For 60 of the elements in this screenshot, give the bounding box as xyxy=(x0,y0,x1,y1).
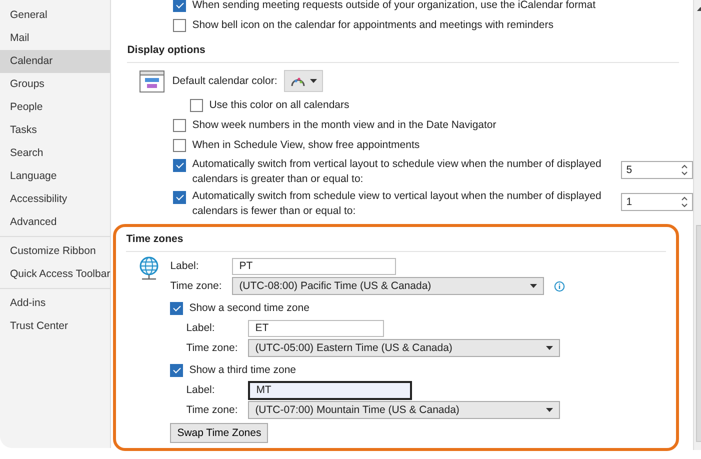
section-heading: Time zones xyxy=(126,229,666,252)
checkbox[interactable] xyxy=(170,302,184,314)
dropdown[interactable]: (UTC-08:00) Pacific Time (US & Canada) xyxy=(232,277,544,295)
dropdown[interactable]: (UTC-07:00) Mountain Time (US & Canada) xyxy=(248,401,560,419)
checkbox[interactable] xyxy=(170,364,184,376)
globe-icon xyxy=(138,256,160,282)
sidebar-item[interactable]: Tasks xyxy=(0,119,110,142)
section-heading: Display options xyxy=(127,40,680,63)
spin-box[interactable]: 1 xyxy=(621,193,694,211)
spinner-icon xyxy=(681,196,688,208)
checkbox[interactable] xyxy=(173,118,186,132)
caret-icon xyxy=(530,284,538,288)
info-icon xyxy=(554,280,566,292)
caret-icon xyxy=(546,346,554,350)
sidebar-item[interactable]: Advanced xyxy=(0,211,110,234)
option-label: Show week numbers in the month view and in the Date Navigator xyxy=(192,119,496,131)
sidebar-item[interactable]: Language xyxy=(0,165,110,188)
input-field[interactable]: ET xyxy=(248,320,384,336)
option-label: Use this color on all calendars xyxy=(209,99,350,111)
field-label: Label: xyxy=(186,384,216,396)
sidebar-item[interactable]: General xyxy=(0,4,110,27)
sidebar-item[interactable]: Accessibility xyxy=(0,188,110,211)
option-label: Automatically switch from schedule view to vertical layout when the number of displayed calendars is fewer than or equal to: xyxy=(192,189,602,219)
checkbox[interactable] xyxy=(173,159,186,172)
field-label: Label: xyxy=(186,322,216,334)
spin-box[interactable]: 5 xyxy=(621,161,694,179)
field-label: Label: xyxy=(170,260,200,272)
sidebar-item[interactable]: Calendar xyxy=(0,50,110,73)
field-label: Time zone: xyxy=(170,280,223,292)
field-label: Time zone: xyxy=(186,404,239,416)
sidebar-item[interactable]: Mail xyxy=(0,27,110,50)
sidebar-item[interactable]: Quick Access Toolbar xyxy=(0,263,110,286)
field-label: Time zone: xyxy=(186,342,239,354)
checkbox[interactable] xyxy=(173,0,186,12)
swap-button[interactable]: Swap Time Zones xyxy=(170,423,268,443)
option-label: When sending meeting requests outside of your organization, use the iCalendar format xyxy=(192,0,596,11)
checkbox[interactable] xyxy=(173,18,186,32)
color-label: Default calendar color: xyxy=(172,75,278,87)
checkbox[interactable] xyxy=(173,138,186,152)
sidebar-item[interactable]: Search xyxy=(0,142,110,165)
sidebar-item[interactable]: Customize Ribbon xyxy=(0,240,110,263)
calendar-icon xyxy=(139,69,166,93)
input-field[interactable]: MT xyxy=(248,380,412,400)
sidebar-item[interactable]: Groups xyxy=(0,73,110,96)
option-label: Show a second time zone xyxy=(189,302,310,314)
sidebar-item[interactable]: People xyxy=(0,96,110,119)
option-label: Automatically switch from vertical layout to schedule view when the number of displayed calendars is greater than or equal to: xyxy=(192,157,602,187)
sidebar-item[interactable]: Add-ins xyxy=(0,292,110,315)
checkbox[interactable] xyxy=(190,98,204,112)
spinner-icon xyxy=(681,164,688,176)
dropdown[interactable]: (UTC-05:00) Eastern Time (US & Canada) xyxy=(248,339,560,357)
option-label: Show bell icon on the calendar for appointments and meetings with reminders xyxy=(192,19,554,31)
color-picker-button[interactable] xyxy=(284,70,324,92)
checkbox[interactable] xyxy=(173,191,186,204)
sidebar-item[interactable]: Trust Center xyxy=(0,315,110,338)
caret-icon xyxy=(546,408,554,412)
caret-icon xyxy=(310,79,318,83)
option-label: Show a third time zone xyxy=(189,364,296,376)
input-field[interactable]: PT xyxy=(232,258,396,274)
option-label: When in Schedule View, show free appointments xyxy=(192,139,420,151)
